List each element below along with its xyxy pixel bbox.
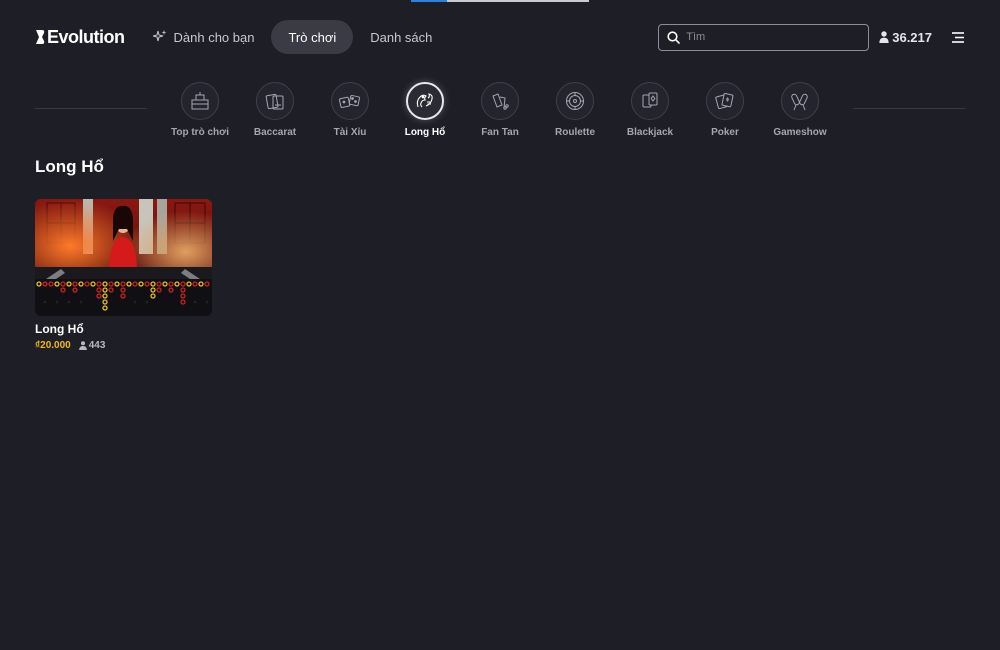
nav-list-label: Danh sách (370, 29, 433, 45)
category-baccarat[interactable]: Baccarat (238, 82, 313, 138)
search-input[interactable] (686, 31, 857, 43)
search-box[interactable] (658, 23, 870, 51)
game-player-count: 443 (78, 340, 106, 351)
fan-tan-icon (492, 93, 509, 110)
category-divider-left (35, 108, 147, 109)
category-label: Fan Tan (481, 127, 519, 138)
category-label: Blackjack (626, 127, 674, 138)
category-icon-wrap (631, 82, 669, 120)
category-icon-wrap (556, 82, 594, 120)
blackjack-icon (642, 92, 658, 108)
category-icon-wrap (256, 82, 294, 120)
poker-icon (715, 92, 734, 110)
user-icon (78, 341, 87, 350)
menu-button[interactable] (952, 31, 965, 43)
category-poker[interactable]: Poker (688, 82, 763, 138)
category-icon-wrap (781, 82, 819, 120)
nav-list[interactable]: Danh sách (353, 20, 449, 54)
category-label: Gameshow (773, 127, 827, 138)
category-fan-tan[interactable]: Fan Tan (463, 82, 538, 138)
category-roulette[interactable]: Roulette (538, 82, 613, 138)
gameshow-icon (791, 93, 808, 111)
category-icon-wrap (481, 82, 519, 120)
category-top-games[interactable]: Top trò chơi (163, 82, 238, 138)
category-label: Baccarat (253, 127, 297, 138)
game-name: Long Hổ (35, 322, 84, 336)
roulette-icon (566, 92, 584, 110)
page-load-progress (411, 0, 589, 2)
category-label: Top trò chơi (170, 127, 230, 138)
nav-for-you-label: Dành cho bạn (173, 29, 255, 45)
category-icon-wrap (331, 82, 369, 120)
nav-for-you[interactable]: Dành cho bạn (151, 20, 272, 54)
nav-games-label: Trò chơi (288, 29, 337, 45)
category-label: Roulette (555, 127, 595, 138)
live-dealer-thumbnail-image (35, 199, 212, 316)
game-card-long-ho[interactable]: Long Hổ ₫20.000 443 (35, 199, 212, 351)
category-blackjack[interactable]: Blackjack (613, 82, 688, 138)
player-count-value: 36.217 (892, 29, 932, 45)
category-bar: Top trò chơi Baccarat Tài Xỉu Long Hổ Fa… (35, 82, 965, 144)
online-player-count: 36.217 (879, 30, 932, 45)
category-icon-wrap (406, 82, 444, 120)
hamburger-menu-icon (952, 31, 964, 43)
category-tai-xiu[interactable]: Tài Xỉu (313, 82, 388, 138)
nav-games[interactable]: Trò chơi (271, 20, 354, 54)
game-meta: ₫20.000 443 (35, 340, 212, 351)
evolution-logo-mark-icon (36, 30, 45, 44)
game-thumbnail[interactable] (35, 199, 212, 316)
user-icon (879, 31, 889, 43)
logo-text: Evolution (47, 26, 125, 47)
evolution-logo[interactable]: Evolution (35, 27, 125, 48)
top-header: Evolution Dành cho bạn Trò chơi Danh sác… (35, 20, 965, 54)
page-load-progress-fill (411, 0, 447, 2)
category-label: Long Hổ (404, 127, 446, 138)
category-icon-wrap (181, 82, 219, 120)
search-icon (667, 30, 681, 44)
category-label: Poker (711, 127, 739, 138)
category-gameshow[interactable]: Gameshow (763, 82, 838, 138)
category-long-ho[interactable]: Long Hổ (388, 82, 463, 138)
section-title: Long Hổ (35, 157, 104, 176)
category-divider-right (853, 108, 965, 109)
game-min-bet: ₫20.000 (35, 340, 71, 351)
category-icon-wrap (706, 82, 744, 120)
header-right: 36.217 (658, 23, 965, 51)
category-label: Tài Xỉu (333, 127, 367, 138)
sparkle-icon (152, 30, 166, 42)
top-games-icon (191, 92, 209, 110)
game-player-count-value: 443 (88, 340, 106, 351)
dice-icon (339, 95, 360, 108)
baccarat-icon (265, 93, 284, 110)
dragon-tiger-icon (416, 93, 433, 108)
